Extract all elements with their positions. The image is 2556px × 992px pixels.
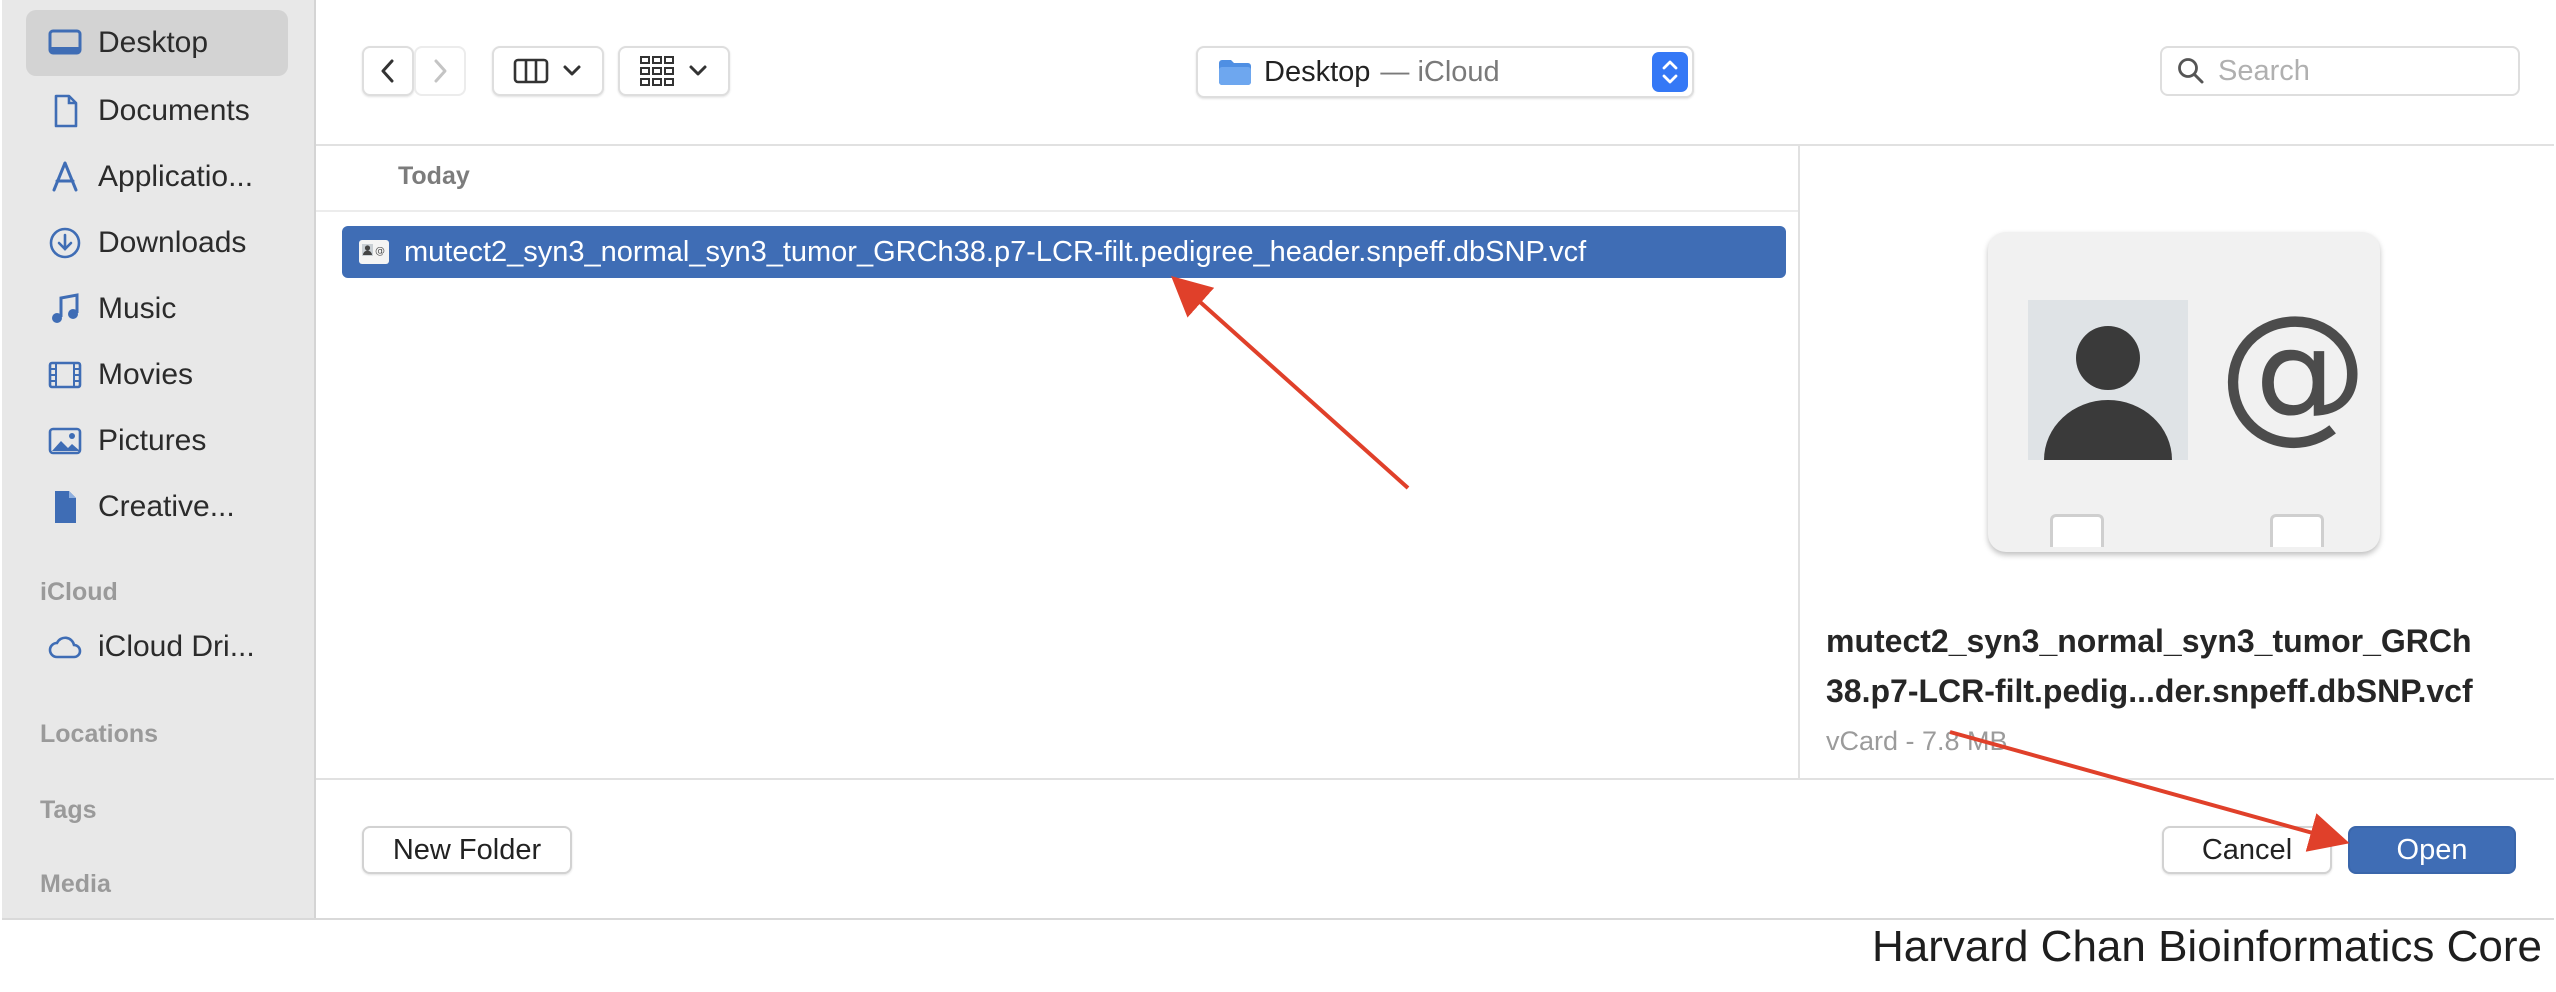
chevron-down-icon (563, 65, 581, 76)
sidebar-item-label: Movies (98, 358, 194, 391)
toolbar: Desktop — iCloud (316, 0, 2554, 146)
sidebar-item-movies[interactable]: Movies (26, 342, 288, 408)
view-mode-button[interactable] (492, 46, 604, 96)
svg-text:@: @ (375, 246, 385, 257)
card-tab (2050, 514, 2104, 547)
preview-name-line: mutect2_syn3_normal_syn3_tumor_GRCh (1826, 623, 2472, 659)
movies-icon (46, 356, 84, 394)
preview-name-line: 38.p7-LCR-filt.pedig...der.snpeff.dbSNP.… (1826, 673, 2473, 709)
desktop-icon (46, 24, 84, 62)
sidebar-item-label: Downloads (98, 226, 247, 259)
back-button[interactable] (362, 46, 414, 96)
sidebar-item-pictures[interactable]: Pictures (26, 408, 288, 474)
sidebar-heading-locations[interactable]: Locations (40, 720, 158, 749)
updown-chevron-icon (1652, 52, 1688, 92)
divider (316, 210, 1798, 212)
chevron-right-icon (434, 59, 447, 83)
file-row[interactable]: @ mutect2_syn3_normal_syn3_tumor_GRCh38.… (342, 226, 1786, 278)
new-folder-button[interactable]: New Folder (362, 826, 572, 874)
sidebar-heading-media[interactable]: Media (40, 870, 111, 899)
sidebar-item-music[interactable]: Music (26, 276, 288, 342)
sidebar-item-desktop[interactable]: Desktop (26, 10, 288, 76)
pictures-icon (46, 422, 84, 460)
group-button[interactable] (618, 46, 730, 96)
preview-file-name: mutect2_syn3_normal_syn3_tumor_GRCh 38.p… (1826, 616, 2546, 716)
open-button[interactable]: Open (2348, 826, 2516, 874)
sidebar-heading-tags[interactable]: Tags (40, 796, 97, 825)
file-name: mutect2_syn3_normal_syn3_tumor_GRCh38.p7… (404, 235, 1587, 268)
credit-text: Harvard Chan Bioinformatics Core (1871, 922, 2542, 971)
applications-icon (46, 158, 84, 196)
chevron-down-icon (689, 65, 707, 76)
sidebar-heading-icloud: iCloud (40, 578, 118, 606)
grid-view-icon (640, 56, 674, 86)
sidebar-item-creative[interactable]: Creative... (26, 474, 288, 540)
file-icon (46, 488, 84, 526)
forward-button[interactable] (414, 46, 466, 96)
footer-bar: New Folder Cancel Open (316, 778, 2554, 920)
cancel-button[interactable]: Cancel (2162, 826, 2332, 874)
location-popup[interactable]: Desktop — iCloud (1196, 46, 1694, 98)
search-input[interactable] (2216, 53, 2500, 89)
search-field[interactable] (2160, 46, 2520, 96)
sidebar-item-label: Creative... (98, 490, 235, 523)
sidebar: Desktop Documents Applicatio... Download… (2, 0, 316, 918)
person-icon (2028, 300, 2188, 460)
file-list: Today @ mutect2_syn3_normal_syn3_tumor_G… (316, 146, 1798, 778)
vcard-preview-icon: @ (1988, 232, 2380, 552)
sidebar-item-applications[interactable]: Applicatio... (26, 144, 288, 210)
document-icon (46, 92, 84, 130)
cloud-icon (46, 628, 84, 666)
sidebar-item-label: Pictures (98, 424, 207, 457)
sidebar-item-icloud-drive[interactable]: iCloud Dri... (26, 614, 288, 680)
open-file-dialog: Desktop Documents Applicatio... Download… (2, 0, 2554, 920)
section-header-today: Today (398, 162, 470, 190)
sidebar-item-label: Desktop (98, 26, 209, 59)
sidebar-item-downloads[interactable]: Downloads (26, 210, 288, 276)
preview-pane: @ mutect2_syn3_normal_syn3_tumor_GRCh 38… (1798, 146, 2556, 778)
search-icon (2178, 58, 2204, 84)
sidebar-item-label: Applicatio... (98, 160, 254, 193)
location-name: Desktop (1264, 55, 1371, 88)
sidebar-item-label: Documents (98, 94, 250, 127)
folder-icon (1219, 60, 1251, 85)
download-icon (46, 224, 84, 262)
at-sign-icon: @ (2218, 284, 2368, 458)
columns-view-icon (513, 58, 549, 84)
music-icon (46, 290, 84, 328)
location-sub: — iCloud (1380, 55, 1500, 88)
card-tab (2270, 514, 2324, 547)
preview-meta: vCard - 7.8 MB (1826, 726, 2008, 756)
chevron-left-icon (381, 59, 394, 83)
sidebar-item-label: iCloud Dri... (98, 630, 255, 663)
sidebar-item-label: Music (98, 292, 177, 325)
sidebar-item-documents[interactable]: Documents (26, 78, 288, 144)
vcard-icon: @ (359, 240, 389, 264)
